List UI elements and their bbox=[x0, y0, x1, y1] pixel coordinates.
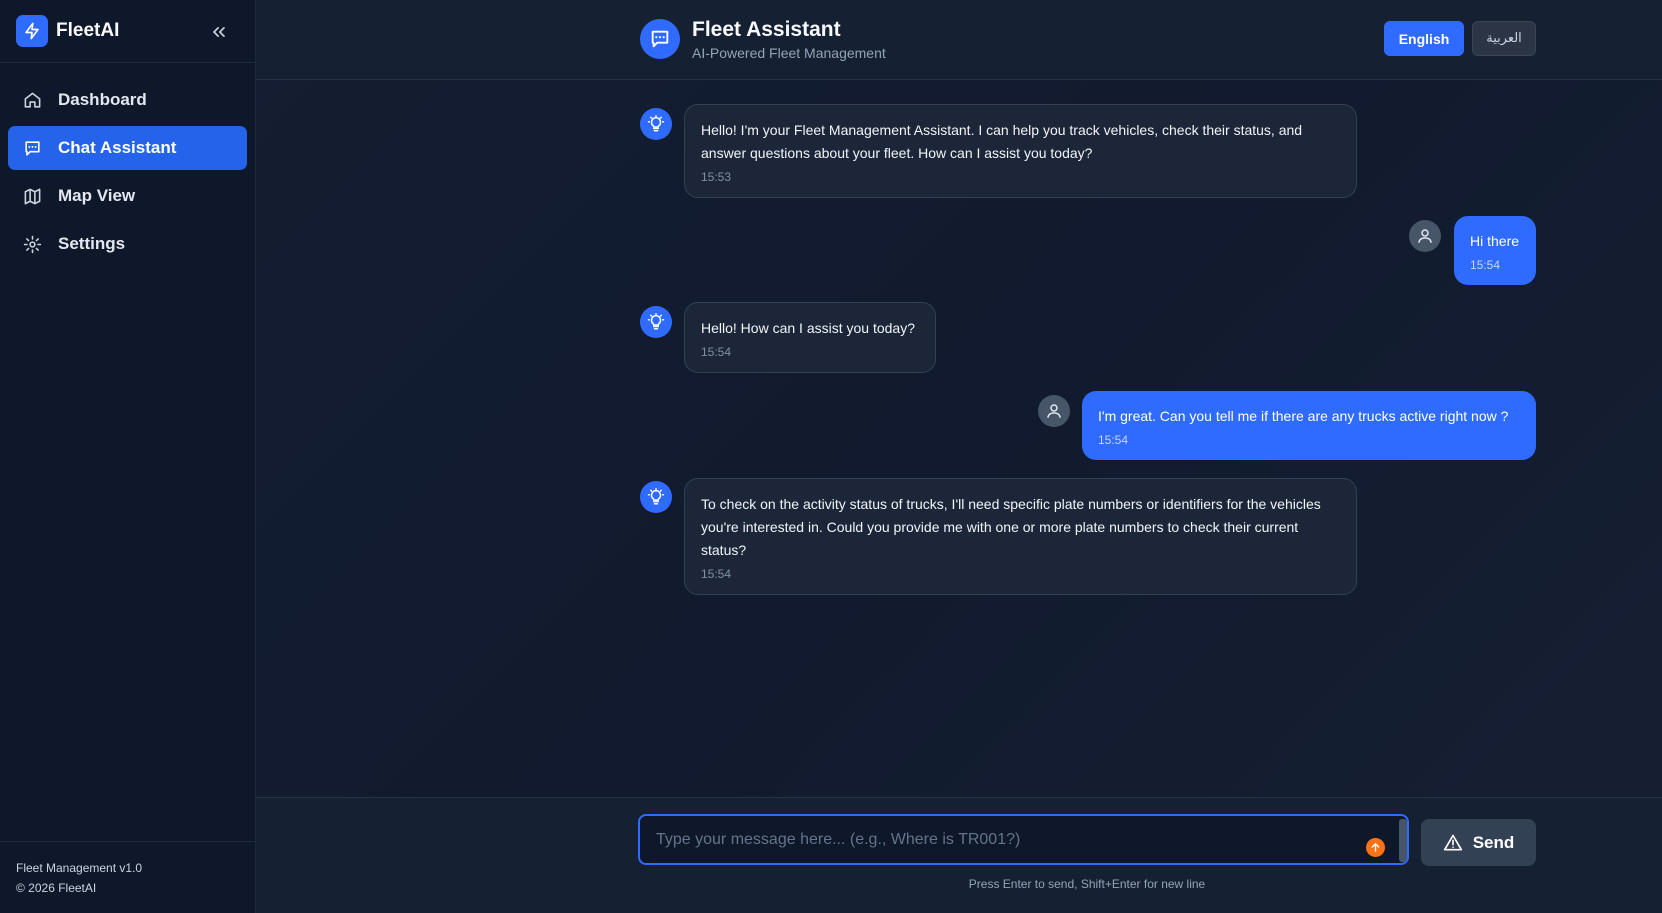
message-input[interactable] bbox=[640, 816, 1407, 863]
user-message-bubble: I'm great. Can you tell me if there are … bbox=[1082, 391, 1536, 460]
user-avatar-icon bbox=[1409, 220, 1441, 252]
message-text: To check on the activity status of truck… bbox=[701, 496, 1321, 558]
copyright: © 2026 FleetAI bbox=[16, 881, 97, 895]
sidebar-item-label: Settings bbox=[58, 234, 126, 253]
send-button[interactable]: Send bbox=[1421, 819, 1536, 866]
chevrons-left-icon bbox=[213, 27, 225, 38]
sidebar-item-map-view[interactable]: Map View bbox=[8, 174, 247, 218]
message-timestamp: 15:54 bbox=[1098, 433, 1129, 447]
sidebar-item-dashboard[interactable]: Dashboard bbox=[8, 78, 247, 122]
sidebar-footer: Fleet Management v1.0 © 2026 FleetAI bbox=[0, 841, 255, 913]
chat-header: Fleet Assistant AI-Powered Fleet Managem… bbox=[256, 0, 1662, 80]
sidebar-item-label: Dashboard bbox=[58, 90, 147, 109]
message-composer: Send Press Enter to send, Shift+Enter fo… bbox=[256, 797, 1662, 913]
user-avatar-icon bbox=[1038, 395, 1070, 427]
message-text: Hello! How can I assist you today? bbox=[701, 320, 915, 336]
arrow-up-icon[interactable] bbox=[1366, 838, 1385, 857]
message-text: I'm great. Can you tell me if there are … bbox=[1098, 408, 1509, 424]
chat-main: Fleet Assistant AI-Powered Fleet Managem… bbox=[256, 0, 1662, 913]
message-text: Hello! I'm your Fleet Management Assista… bbox=[701, 122, 1303, 161]
map-icon bbox=[22, 186, 42, 206]
bot-message-bubble: To check on the activity status of truck… bbox=[684, 478, 1357, 595]
sidebar: FleetAI Dashboard Chat Assistant Map Vie… bbox=[0, 0, 256, 913]
input-scrollbar[interactable] bbox=[1399, 819, 1407, 862]
brand-name: FleetAI bbox=[56, 20, 120, 41]
message-timestamp: 15:54 bbox=[701, 345, 732, 359]
sidebar-item-settings[interactable]: Settings bbox=[8, 222, 247, 266]
message-timestamp: 15:53 bbox=[701, 170, 732, 184]
bot-message-bubble: Hello! I'm your Fleet Management Assista… bbox=[684, 104, 1357, 198]
page-title: Fleet Assistant bbox=[692, 18, 841, 41]
sidebar-item-label: Chat Assistant bbox=[58, 138, 177, 157]
send-button-label: Send bbox=[1472, 832, 1515, 852]
bot-avatar-lightbulb-icon bbox=[640, 481, 672, 513]
message-timestamp: 15:54 bbox=[701, 567, 732, 581]
composer-hint: Press Enter to send, Shift+Enter for new… bbox=[968, 877, 1206, 891]
language-arabic-button[interactable]: العربية bbox=[1472, 21, 1536, 56]
page-subtitle: AI-Powered Fleet Management bbox=[692, 45, 886, 61]
brand-header: FleetAI bbox=[0, 0, 255, 63]
message-input-box bbox=[638, 814, 1409, 865]
home-icon bbox=[22, 90, 42, 110]
chat-icon bbox=[22, 138, 42, 158]
sidebar-nav: Dashboard Chat Assistant Map View Settin… bbox=[0, 63, 255, 266]
user-message-bubble: Hi there 15:54 bbox=[1454, 216, 1536, 285]
lightning-bolt-icon bbox=[16, 15, 48, 47]
bot-avatar-lightbulb-icon bbox=[640, 306, 672, 338]
gear-icon bbox=[22, 234, 42, 254]
collapse-sidebar-button[interactable] bbox=[207, 20, 231, 44]
message-timestamp: 15:54 bbox=[1470, 258, 1501, 272]
sidebar-item-label: Map View bbox=[58, 186, 136, 205]
assistant-chat-icon bbox=[640, 19, 680, 59]
bot-message-bubble: Hello! How can I assist you today? 15:54 bbox=[684, 302, 936, 373]
app-version: Fleet Management v1.0 bbox=[16, 861, 143, 875]
message-text: Hi there bbox=[1470, 233, 1520, 249]
sidebar-item-chat-assistant[interactable]: Chat Assistant bbox=[8, 126, 247, 170]
bot-avatar-lightbulb-icon bbox=[640, 108, 672, 140]
language-english-button[interactable]: English bbox=[1384, 21, 1464, 56]
send-triangle-icon bbox=[1443, 833, 1463, 853]
